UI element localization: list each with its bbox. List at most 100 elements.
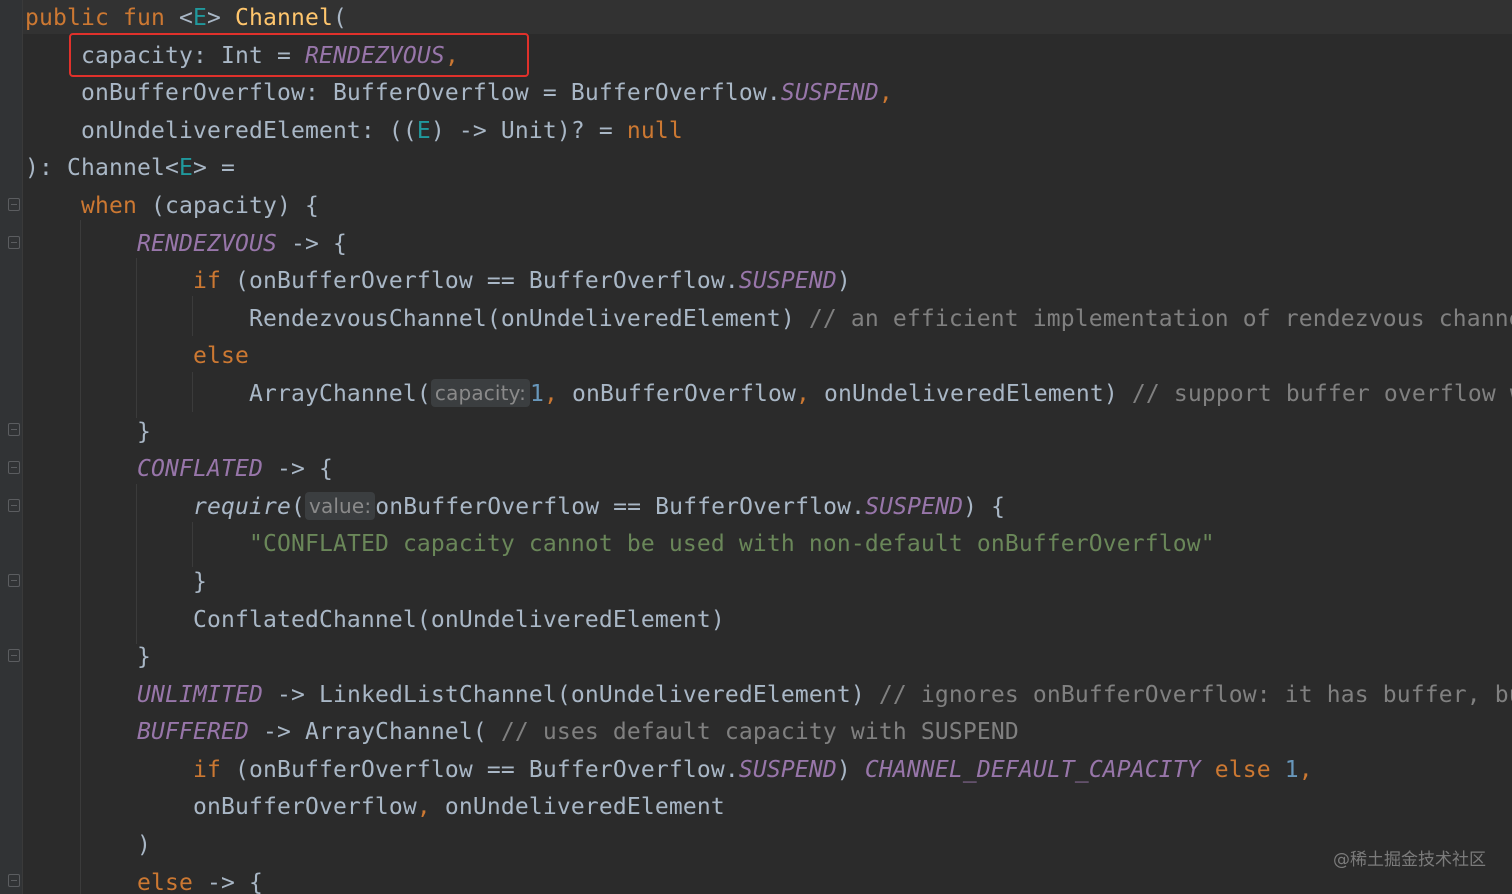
code-token: 1	[1284, 756, 1299, 783]
code-token: onUndeliveredElement	[444, 794, 725, 821]
code-token: onUndeliveredElement)	[823, 380, 1132, 407]
fold-marker-icon[interactable]	[8, 649, 20, 662]
code-token: CHANNEL_DEFAULT_CAPACITY	[864, 756, 1201, 783]
fold-marker-icon[interactable]	[8, 574, 20, 587]
code-line[interactable]: when (capacity) {	[25, 188, 1512, 226]
fold-marker-icon[interactable]	[8, 198, 20, 211]
code-token: > =	[192, 155, 235, 182]
code-line[interactable]: }	[25, 414, 1512, 452]
fold-marker-icon[interactable]	[8, 236, 20, 249]
code-line[interactable]: UNLIMITED -> LinkedListChannel(onUndeliv…	[25, 677, 1512, 715]
code-line[interactable]: if (onBufferOverflow == BufferOverflow.S…	[25, 752, 1512, 790]
code-line[interactable]: RendezvousChannel(onUndeliveredElement) …	[25, 301, 1512, 339]
code-line[interactable]: }	[25, 639, 1512, 677]
code-token: (onBufferOverflow == BufferOverflow.	[220, 268, 739, 295]
code-token: E	[416, 117, 431, 144]
annotation-highlight-box	[69, 33, 529, 77]
code-token: ) {	[963, 493, 1006, 520]
fold-marker-icon[interactable]	[8, 874, 20, 887]
code-editor[interactable]: public fun <E> Channel( capacity: Int = …	[0, 0, 1512, 894]
code-line[interactable]: ): Channel<E> =	[25, 150, 1512, 188]
code-token: >	[206, 5, 235, 31]
code-token: -> ArrayChannel(	[248, 719, 501, 746]
code-token: ArrayChannel(	[25, 380, 431, 407]
code-line[interactable]: CONFLATED -> {	[25, 451, 1512, 489]
code-token: // an efficient implementation of rendez…	[808, 305, 1512, 332]
code-token: onBufferOverflow	[572, 380, 796, 407]
code-token: ,	[795, 380, 824, 407]
code-line[interactable]: else	[25, 338, 1512, 376]
parameter-hint: capacity:	[430, 378, 530, 407]
code-token: // uses default capacity with SUSPEND	[500, 719, 1019, 746]
code-line[interactable]: )	[25, 827, 1512, 865]
code-token: -> {	[192, 869, 263, 894]
code-token: SUSPEND	[865, 493, 964, 520]
code-token: ,	[878, 80, 893, 107]
gutter-divider	[22, 0, 23, 894]
code-token: ,	[416, 794, 445, 821]
code-token: if	[192, 268, 221, 295]
fold-marker-icon[interactable]	[8, 423, 20, 436]
code-token: else	[136, 869, 193, 894]
code-line[interactable]: RENDEZVOUS -> {	[25, 226, 1512, 264]
code-token: ): Channel<	[25, 155, 179, 182]
code-token: }	[25, 644, 151, 671]
code-line[interactable]: onBufferOverflow, onUndeliveredElement	[25, 789, 1512, 827]
code-token: onBufferOverflow: BufferOverflow = Buffe…	[25, 80, 781, 107]
fold-marker-icon[interactable]	[8, 499, 20, 512]
code-token: SUSPEND	[738, 756, 837, 783]
code-token: // support buffer overflow with buffered…	[1131, 380, 1512, 407]
code-token: )	[836, 756, 865, 783]
code-token: require	[192, 493, 291, 520]
code-line[interactable]: if (onBufferOverflow == BufferOverflow.S…	[25, 263, 1512, 301]
code-line[interactable]: else -> {	[25, 865, 1512, 894]
code-token: 1	[530, 380, 544, 407]
code-token: else	[1214, 756, 1271, 783]
code-token: if	[192, 756, 221, 783]
code-line[interactable]: "CONFLATED capacity cannot be used with …	[25, 526, 1512, 564]
code-token: )	[836, 268, 851, 295]
code-token: RENDEZVOUS	[136, 230, 277, 257]
code-token: E	[178, 155, 193, 182]
code-token: (onBufferOverflow == BufferOverflow.	[220, 756, 739, 783]
code-token: SUSPEND	[738, 268, 837, 295]
code-line[interactable]: ConflatedChannel(onUndeliveredElement)	[25, 602, 1512, 640]
code-line[interactable]: }	[25, 564, 1512, 602]
code-token: null	[626, 117, 683, 144]
code-token: "CONFLATED capacity cannot be used with …	[248, 531, 1215, 558]
code-line[interactable]: ArrayChannel(capacity: 1, onBufferOverflo…	[25, 376, 1512, 414]
code-token: RendezvousChannel(onUndeliveredElement)	[25, 305, 809, 332]
code-token: // ignores onBufferOverflow: it has buff…	[878, 681, 1512, 708]
code-token: (capacity) {	[137, 192, 319, 219]
code-token: ) -> Unit)? =	[430, 117, 627, 144]
code-lines[interactable]: public fun <E> Channel( capacity: Int = …	[25, 0, 1512, 894]
code-token: UNLIMITED	[136, 681, 263, 708]
code-line[interactable]: require(value: onBufferOverflow == Buffer…	[25, 489, 1512, 527]
code-token: -> {	[276, 230, 347, 257]
code-token: Channel	[234, 5, 333, 31]
editor-gutter	[0, 0, 22, 894]
parameter-hint: value:	[304, 491, 376, 520]
code-token: E	[192, 5, 207, 31]
code-line[interactable]: onBufferOverflow: BufferOverflow = Buffe…	[25, 75, 1512, 113]
code-line[interactable]: onUndeliveredElement: ((E) -> Unit)? = n…	[25, 113, 1512, 151]
code-line[interactable]: BUFFERED -> ArrayChannel( // uses defaul…	[25, 714, 1512, 752]
fold-marker-icon[interactable]	[8, 461, 20, 474]
code-line[interactable]: public fun <E> Channel(	[25, 0, 1512, 38]
code-token: onUndeliveredElement: ((	[25, 117, 417, 144]
code-token: -> {	[262, 456, 333, 483]
code-token: )	[25, 832, 151, 859]
code-token: BUFFERED	[136, 719, 249, 746]
code-token: onBufferOverflow	[25, 794, 417, 821]
